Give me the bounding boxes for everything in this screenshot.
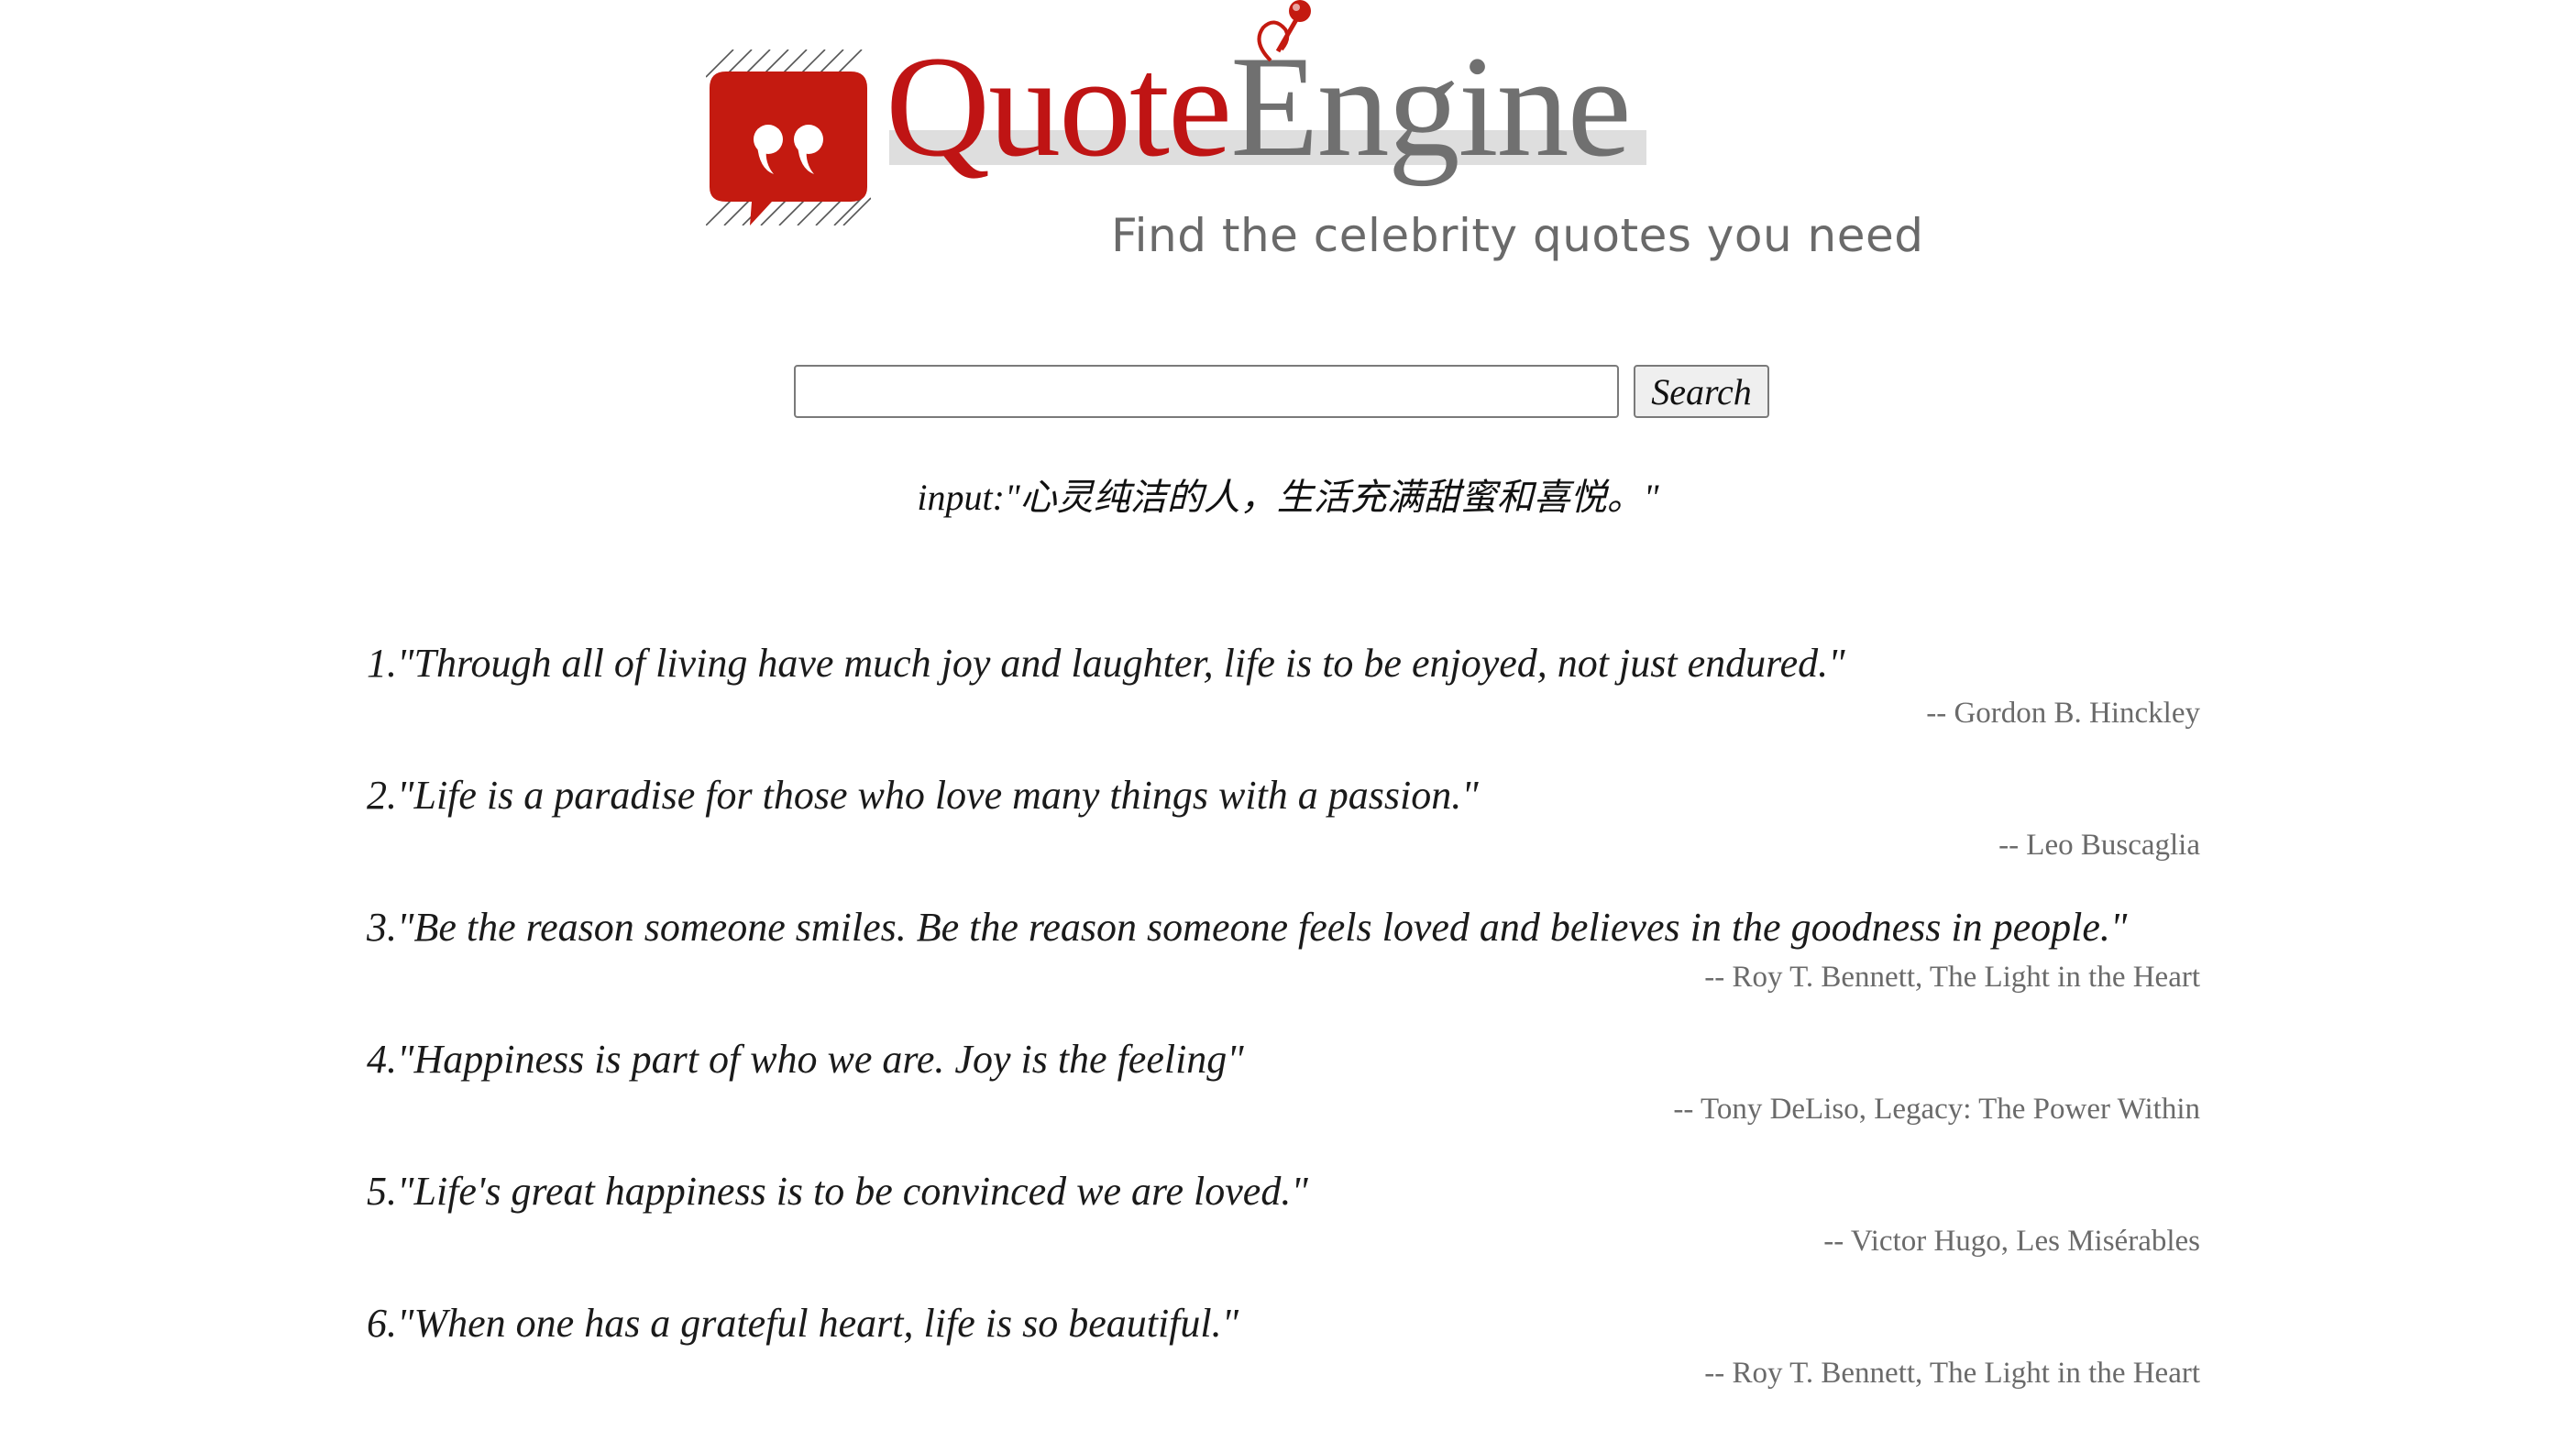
- search-query-echo: input:"心灵纯洁的人，生活充满甜蜜和喜悦。": [917, 477, 1659, 518]
- quote-body: "When one has a grateful heart, life is …: [397, 1301, 1239, 1346]
- quote-body: "Life's great happiness is to be convinc…: [397, 1169, 1308, 1214]
- quote-result-item: 4."Happiness is part of who we are. Joy …: [367, 1034, 2200, 1166]
- quote-result-item: 1."Through all of living have much joy a…: [367, 638, 2200, 770]
- quote-author: -- Roy T. Bennett, The Light in the Hear…: [1704, 1357, 2200, 1390]
- quote-author: -- Gordon B. Hinckley: [1926, 697, 2200, 730]
- quote-text: 2."Life is a paradise for those who love…: [367, 770, 1479, 821]
- quote-number: 2.: [367, 773, 397, 818]
- search-button[interactable]: Search: [1634, 365, 1769, 418]
- speech-bubble-quote-icon: [706, 50, 871, 226]
- quote-author: -- Tony DeLiso, Legacy: The Power Within: [1673, 1093, 2200, 1126]
- pushpin-icon: [1257, 0, 1311, 62]
- quote-text: 6."When one has a grateful heart, life i…: [367, 1298, 1238, 1349]
- quote-author: -- Victor Hugo, Les Misérables: [1823, 1225, 2200, 1258]
- quote-number: 1.: [367, 641, 397, 686]
- quote-number: 3.: [367, 905, 397, 950]
- quote-number: 6.: [367, 1301, 397, 1346]
- quote-number: 4.: [367, 1037, 397, 1082]
- quote-author: -- Leo Buscaglia: [1998, 829, 2200, 862]
- tagline: Find the celebrity quotes you need: [1111, 209, 1924, 262]
- quote-results-list: 1."Through all of living have much joy a…: [367, 638, 2200, 1430]
- quote-text: 5."Life's great happiness is to be convi…: [367, 1166, 1308, 1217]
- quote-body: "Happiness is part of who we are. Joy is…: [397, 1037, 1244, 1082]
- quote-text: 1."Through all of living have much joy a…: [367, 638, 1845, 689]
- quote-body: "Through all of living have much joy and…: [397, 641, 1845, 686]
- quote-author: -- Roy T. Bennett, The Light in the Hear…: [1704, 961, 2200, 994]
- quote-body: "Life is a paradise for those who love m…: [397, 773, 1479, 818]
- quote-result-item: 3."Be the reason someone smiles. Be the …: [367, 902, 2200, 1034]
- quote-result-item: 6."When one has a grateful heart, life i…: [367, 1298, 2200, 1430]
- quote-text: 4."Happiness is part of who we are. Joy …: [367, 1034, 1244, 1085]
- search-input[interactable]: [794, 365, 1619, 418]
- quote-body: "Be the reason someone smiles. Be the re…: [397, 905, 2128, 950]
- quote-number: 5.: [367, 1169, 397, 1214]
- quote-result-item: 5."Life's great happiness is to be convi…: [367, 1166, 2200, 1298]
- logo-word-quote: Quote: [886, 27, 1232, 187]
- site-logo[interactable]: QuoteEngine: [706, 0, 1668, 227]
- quote-text: 3."Be the reason someone smiles. Be the …: [367, 902, 2127, 953]
- quote-result-item: 2."Life is a paradise for those who love…: [367, 770, 2200, 902]
